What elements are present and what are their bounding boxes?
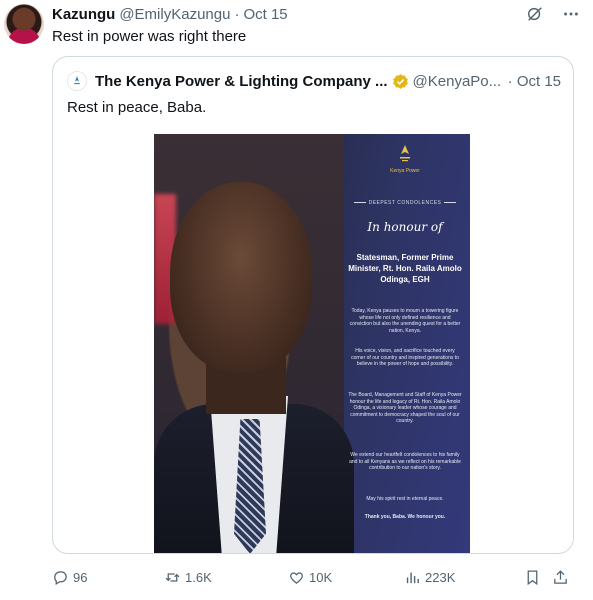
quoted-author-name[interactable]: The Kenya Power & Lighting Company ... bbox=[95, 73, 388, 90]
quoted-tweet[interactable]: The Kenya Power & Lighting Company ... @… bbox=[52, 56, 574, 554]
heart-icon bbox=[290, 571, 303, 584]
quoted-date-text: Oct 15 bbox=[516, 72, 561, 90]
poster-paragraph: Today, Kenya pauses to mourn a towering … bbox=[349, 308, 461, 334]
views-button[interactable]: 223K bbox=[404, 569, 455, 586]
action-bar: 96 1.6K 10K 223K bbox=[52, 566, 572, 588]
poster-paragraph: The Board, Management and Staff of Kenya… bbox=[348, 392, 462, 424]
retweet-icon bbox=[165, 572, 180, 582]
quoted-author-handle[interactable]: @KenyaPo... bbox=[413, 73, 502, 90]
verified-badge-icon bbox=[392, 73, 408, 89]
poster-paragraph: May his spirit rest in eternal peace. bbox=[366, 496, 444, 502]
author-name[interactable]: Kazungu bbox=[52, 6, 115, 23]
like-button[interactable]: 10K bbox=[288, 569, 332, 586]
portrait-photo bbox=[154, 134, 354, 553]
views-count: 223K bbox=[425, 569, 456, 585]
separator: · bbox=[234, 5, 240, 23]
poster-honour: In honour of bbox=[367, 220, 443, 234]
bookmark-icon bbox=[527, 569, 538, 585]
like-count: 10K bbox=[309, 569, 333, 585]
avatar[interactable] bbox=[4, 4, 44, 44]
tweet-header: Kazungu @EmilyKazungu · Oct 15 bbox=[52, 4, 288, 24]
reply-count: 96 bbox=[73, 569, 88, 585]
bookmark-button[interactable] bbox=[524, 569, 541, 586]
separator: · bbox=[507, 72, 513, 90]
poster-brand: Kenya Power bbox=[390, 168, 420, 174]
retweet-button[interactable]: 1.6K bbox=[164, 569, 212, 586]
tweet-date[interactable]: Oct 15 bbox=[243, 6, 287, 23]
views-icon bbox=[406, 572, 419, 583]
quoted-text: Rest in peace, Baba. bbox=[67, 99, 207, 116]
reply-icon bbox=[54, 570, 67, 585]
top-icons bbox=[525, 4, 581, 24]
share-button[interactable] bbox=[552, 569, 569, 586]
author-handle[interactable]: @EmilyKazungu bbox=[119, 6, 230, 23]
more-options-icon[interactable] bbox=[561, 4, 581, 24]
kenya-power-emblem-icon bbox=[400, 145, 410, 162]
tweet-text: Rest in power was right there bbox=[52, 28, 247, 45]
quoted-date[interactable]: · Oct 15 bbox=[508, 73, 561, 90]
condolence-poster-image[interactable]: Kenya Power DEEPEST CONDOLENCES In honou… bbox=[154, 134, 470, 553]
portrait-face bbox=[170, 182, 312, 372]
poster-heading: DEEPEST CONDOLENCES bbox=[340, 200, 470, 206]
poster-paragraph: His voice, vision, and sacrifice touched… bbox=[351, 348, 459, 367]
grok-icon[interactable] bbox=[525, 4, 545, 24]
retweet-count: 1.6K bbox=[185, 569, 212, 585]
reply-button[interactable]: 96 bbox=[52, 569, 87, 586]
poster-paragraph: Thank you, Baba. We honour you. bbox=[364, 514, 446, 520]
kenya-power-logo-icon[interactable] bbox=[67, 71, 87, 91]
quoted-header: The Kenya Power & Lighting Company ... @… bbox=[67, 71, 561, 91]
share-icon bbox=[554, 569, 567, 584]
poster-paragraph: We extend our heartfelt condolences to h… bbox=[349, 452, 461, 471]
poster-title: Statesman, Former Prime Minister, Rt. Ho… bbox=[348, 253, 462, 284]
poster-text-panel: Kenya Power DEEPEST CONDOLENCES In honou… bbox=[340, 134, 470, 553]
